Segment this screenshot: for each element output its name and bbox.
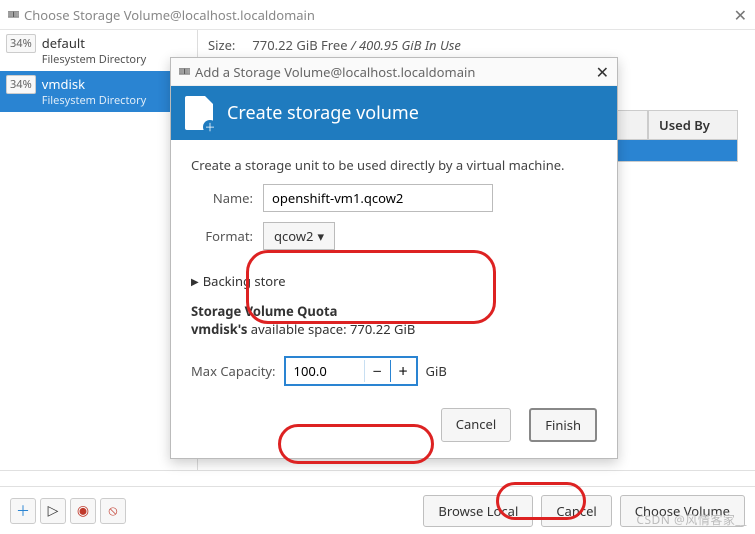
size-free: 770.22 GiB Free: [252, 36, 347, 54]
browse-local-button[interactable]: Browse Local: [423, 495, 533, 527]
pool-item-default[interactable]: 34% default Filesystem Directory: [0, 30, 197, 71]
pool-sidebar: 34% default Filesystem Directory 34% vmd…: [0, 30, 198, 470]
modal-window-title: Add a Storage Volume@localhost.localdoma…: [195, 63, 475, 81]
quota-line: vmdisk's available space: 770.22 GiB: [191, 320, 597, 338]
modal-close-icon[interactable]: ✕: [596, 61, 609, 83]
modal-intro: Create a storage unit to be used directl…: [191, 156, 597, 174]
pool-type: Filesystem Directory: [42, 52, 147, 67]
capacity-unit: GiB: [426, 362, 447, 380]
chevron-down-icon: ▾: [318, 227, 325, 245]
capacity-label: Max Capacity:: [191, 362, 276, 380]
new-file-icon: ＋: [185, 96, 213, 130]
pool-item-vmdisk[interactable]: 34% vmdisk Filesystem Directory: [0, 71, 197, 112]
add-volume-dialog: ▥▥ Add a Storage Volume@localhost.locald…: [170, 57, 618, 459]
play-icon: ▷: [48, 501, 59, 520]
pool-name: default: [42, 34, 147, 52]
name-label: Name:: [191, 189, 253, 207]
pool-usage-pct: 34%: [6, 75, 36, 94]
format-dropdown[interactable]: qcow2 ▾: [263, 222, 335, 250]
bottom-toolbar: ＋ ▷ ◉ ⦸ Browse Local Cancel Choose Volum…: [0, 486, 755, 534]
size-used: 400.95 GiB In Use: [359, 36, 461, 54]
pool-usage-pct: 34%: [6, 34, 36, 53]
modal-banner-title: Create storage volume: [227, 101, 419, 125]
plus-button[interactable]: +: [390, 360, 416, 382]
pool-name: vmdisk: [42, 75, 147, 93]
format-label: Format:: [191, 227, 253, 245]
start-pool-button[interactable]: ▷: [40, 498, 66, 524]
minus-button[interactable]: −: [364, 360, 390, 382]
backing-store-label: Backing store: [203, 272, 286, 290]
col-usedby[interactable]: Used By: [648, 110, 738, 140]
plus-icon: ＋: [16, 501, 30, 521]
quota-pool-name: vmdisk's: [191, 320, 247, 338]
quota-title: Storage Volume Quota: [191, 302, 597, 320]
size-label: Size:: [208, 36, 235, 54]
quota-available: available space: 770.22 GiB: [247, 320, 415, 338]
pool-type: Filesystem Directory: [42, 93, 147, 108]
modal-banner: ＋ Create storage volume: [171, 86, 617, 140]
parent-window-title: Choose Storage Volume@localhost.localdom…: [24, 6, 315, 24]
cancel-button[interactable]: Cancel: [541, 495, 611, 527]
app-logo: ▥▥: [179, 66, 189, 77]
delete-icon: ⦸: [108, 501, 117, 520]
record-icon: ◉: [77, 501, 89, 520]
parent-close-icon[interactable]: ✕: [734, 4, 747, 26]
choose-volume-button[interactable]: Choose Volume: [620, 495, 745, 527]
modal-finish-button[interactable]: Finish: [529, 408, 597, 442]
modal-cancel-button[interactable]: Cancel: [441, 408, 511, 442]
capacity-spinbox[interactable]: − +: [284, 356, 418, 386]
stop-pool-button[interactable]: ◉: [70, 498, 96, 524]
format-value: qcow2: [274, 227, 314, 245]
triangle-right-icon: ▶: [191, 274, 199, 288]
app-logo: ▥▥: [8, 9, 18, 20]
capacity-input[interactable]: [286, 358, 364, 384]
parent-titlebar: ▥▥ Choose Storage Volume@localhost.local…: [0, 0, 755, 30]
delete-pool-button[interactable]: ⦸: [100, 498, 126, 524]
add-pool-button[interactable]: ＋: [10, 498, 36, 524]
modal-titlebar: ▥▥ Add a Storage Volume@localhost.locald…: [171, 58, 617, 86]
name-input[interactable]: [263, 184, 493, 212]
size-line: Size: 770.22 GiB Free / 400.95 GiB In Us…: [208, 36, 745, 54]
backing-store-expander[interactable]: ▶ Backing store: [191, 272, 597, 290]
